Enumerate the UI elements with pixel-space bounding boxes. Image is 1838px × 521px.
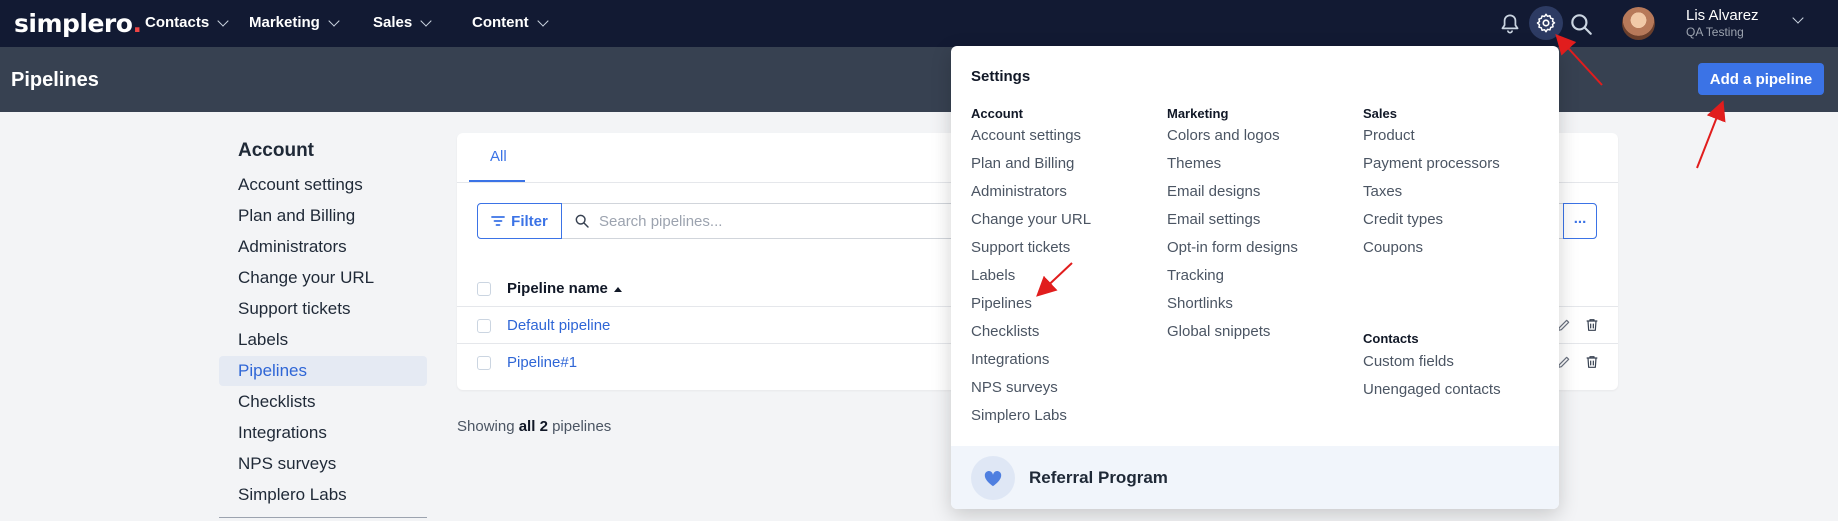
left-menu-divider (219, 517, 427, 518)
settings-item-payment-processors[interactable]: Payment processors (1363, 155, 1500, 172)
nav-content[interactable]: Content (472, 14, 549, 31)
settings-item-tracking[interactable]: Tracking (1167, 267, 1224, 284)
left-menu-title: Account (238, 140, 314, 161)
settings-item-labels[interactable]: Labels (971, 267, 1015, 284)
settings-item-email-designs[interactable]: Email designs (1167, 183, 1260, 200)
settings-item-taxes[interactable]: Taxes (1363, 183, 1402, 200)
user-account: QA Testing (1686, 25, 1744, 39)
sort-ascending-icon (613, 286, 622, 292)
filter-label: Filter (511, 212, 548, 230)
row-checkbox[interactable] (477, 319, 491, 333)
settings-section-account: Account (971, 106, 1023, 121)
referral-program-label: Referral Program (1029, 468, 1168, 487)
settings-section-marketing: Marketing (1167, 106, 1229, 121)
referral-program-link[interactable]: Referral Program (951, 446, 1559, 509)
chevron-down-icon[interactable] (1792, 12, 1804, 24)
annotation-arrow-add-pipeline (1696, 100, 1726, 169)
filter-button[interactable]: Filter (477, 203, 562, 239)
settings-item-unengaged-contacts[interactable]: Unengaged contacts (1363, 381, 1501, 398)
settings-section-sales: Sales (1363, 106, 1397, 121)
bell-icon[interactable] (1497, 11, 1523, 37)
settings-item-coupons[interactable]: Coupons (1363, 239, 1423, 256)
left-menu-plan-billing[interactable]: Plan and Billing (219, 201, 427, 231)
search-icon (575, 214, 589, 228)
result-count: Showing all 2 pipelines (457, 418, 612, 435)
table-row-link[interactable]: Default pipeline (507, 317, 610, 334)
settings-item-nps-surveys[interactable]: NPS surveys (971, 379, 1058, 396)
chevron-down-icon (420, 14, 432, 27)
settings-item-optin-form-designs[interactable]: Opt-in form designs (1167, 239, 1298, 256)
more-actions-button[interactable]: ... (1563, 203, 1597, 239)
filter-icon (491, 216, 506, 226)
nav-marketing[interactable]: Marketing (249, 14, 340, 31)
chevron-down-icon (217, 14, 229, 27)
tab-all[interactable]: All (490, 148, 507, 165)
column-header-pipeline-name[interactable]: Pipeline name (507, 280, 622, 297)
settings-item-account-settings[interactable]: Account settings (971, 127, 1081, 144)
select-all-checkbox[interactable] (477, 282, 491, 296)
left-menu-administrators[interactable]: Administrators (219, 232, 427, 262)
left-menu-account-settings[interactable]: Account settings (219, 170, 427, 200)
left-menu-pipelines[interactable]: Pipelines (219, 356, 427, 386)
settings-dropdown: Settings Account Account settings Plan a… (951, 46, 1559, 509)
settings-item-custom-fields[interactable]: Custom fields (1363, 353, 1454, 370)
top-nav: simplero. Contacts Marketing Sales Conte… (0, 0, 1838, 47)
heart-icon-badge (971, 456, 1015, 500)
settings-item-integrations[interactable]: Integrations (971, 351, 1049, 368)
settings-item-change-url[interactable]: Change your URL (971, 211, 1091, 228)
avatar[interactable] (1622, 7, 1655, 40)
left-menu-change-url[interactable]: Change your URL (219, 263, 427, 293)
left-menu-checklists[interactable]: Checklists (219, 387, 427, 417)
nav-contacts[interactable]: Contacts (145, 14, 229, 31)
search-input[interactable] (597, 212, 901, 231)
gear-icon (1536, 13, 1556, 33)
row-checkbox[interactable] (477, 356, 491, 370)
settings-item-credit-types[interactable]: Credit types (1363, 211, 1443, 228)
left-menu-labels[interactable]: Labels (219, 325, 427, 355)
user-name[interactable]: Lis Alvarez (1686, 7, 1759, 24)
settings-menu-title: Settings (971, 68, 1031, 85)
settings-item-plan-billing[interactable]: Plan and Billing (971, 155, 1074, 172)
left-menu-support-tickets[interactable]: Support tickets (219, 294, 427, 324)
settings-item-colors-logos[interactable]: Colors and logos (1167, 127, 1280, 144)
left-menu-integrations[interactable]: Integrations (219, 418, 427, 448)
page-title: Pipelines (11, 69, 99, 91)
settings-item-themes[interactable]: Themes (1167, 155, 1221, 172)
left-menu-nps-surveys[interactable]: NPS surveys (219, 449, 427, 479)
chevron-down-icon (328, 14, 340, 27)
page-header: Pipelines Add a pipeline (0, 47, 1838, 112)
settings-item-simplero-labs[interactable]: Simplero Labs (971, 407, 1067, 424)
nav-sales[interactable]: Sales (373, 14, 432, 31)
left-menu-simplero-labs[interactable]: Simplero Labs (219, 480, 427, 510)
settings-item-checklists[interactable]: Checklists (971, 323, 1039, 340)
table-row-link[interactable]: Pipeline#1 (507, 354, 577, 371)
add-pipeline-button[interactable]: Add a pipeline (1698, 63, 1824, 95)
settings-item-shortlinks[interactable]: Shortlinks (1167, 295, 1233, 312)
settings-item-support-tickets[interactable]: Support tickets (971, 239, 1070, 256)
simplero-logo[interactable]: simplero. (14, 9, 142, 38)
settings-section-contacts: Contacts (1363, 331, 1419, 346)
search-icon[interactable] (1568, 11, 1594, 37)
settings-item-global-snippets[interactable]: Global snippets (1167, 323, 1270, 340)
settings-button[interactable] (1529, 6, 1563, 40)
settings-item-pipelines[interactable]: Pipelines (971, 295, 1032, 312)
trash-icon[interactable] (1584, 317, 1600, 333)
settings-item-email-settings[interactable]: Email settings (1167, 211, 1260, 228)
trash-icon[interactable] (1584, 354, 1600, 370)
settings-item-product[interactable]: Product (1363, 127, 1415, 144)
settings-item-administrators[interactable]: Administrators (971, 183, 1067, 200)
chevron-down-icon (536, 14, 549, 27)
heart-icon (984, 471, 1002, 487)
